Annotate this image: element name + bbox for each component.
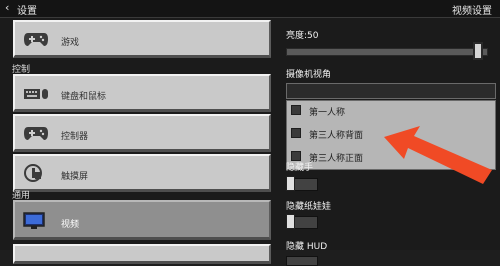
hide-hud-toggle[interactable] bbox=[286, 256, 318, 266]
sidebar-item-touchscreen[interactable]: 触摸屏 bbox=[13, 154, 271, 192]
hide-paperdoll-label: 隐藏纸娃娃 bbox=[286, 202, 332, 212]
monitor-icon bbox=[23, 212, 47, 234]
hide-hand-toggle-knob[interactable] bbox=[286, 176, 295, 191]
sidebar-item-label: 触摸屏 bbox=[61, 172, 89, 182]
hide-paperdoll-toggle-knob[interactable] bbox=[286, 214, 295, 229]
radio-checkbox-icon[interactable] bbox=[291, 105, 301, 115]
sidebar-item-label: 控制器 bbox=[61, 132, 89, 142]
brightness-slider-track[interactable] bbox=[286, 48, 488, 56]
option-label: 第三人称背面 bbox=[309, 131, 364, 141]
controller-icon bbox=[23, 124, 49, 146]
sidebar-item-keyboard-mouse[interactable]: 键盘和鼠标 bbox=[13, 74, 271, 112]
hide-hud-label: 隐藏 HUD bbox=[286, 242, 328, 252]
sidebar-item-next[interactable] bbox=[13, 244, 271, 264]
settings-sidebar: 游戏 控制 键盘和鼠标 控制器 触摸屏 通用 视频 bbox=[0, 18, 276, 264]
brightness-label: 亮度:50 bbox=[286, 31, 319, 41]
touch-hand-icon bbox=[23, 163, 47, 187]
sidebar-item-game[interactable]: 游戏 bbox=[13, 20, 271, 58]
camera-perspective-dropdown[interactable] bbox=[286, 83, 496, 99]
page-title: 视频设置 bbox=[452, 6, 492, 17]
top-bar: ‹ 设置 视频设置 bbox=[0, 0, 500, 18]
keyboard-mouse-icon bbox=[23, 86, 49, 106]
option-label: 第一人称 bbox=[309, 108, 346, 118]
annotation-arrow-icon bbox=[384, 126, 492, 184]
brightness-slider-knob[interactable] bbox=[473, 42, 483, 60]
sidebar-item-label: 键盘和鼠标 bbox=[61, 92, 107, 102]
camera-perspective-label: 摄像机视角 bbox=[286, 70, 332, 80]
hide-hand-label: 隐藏手 bbox=[286, 163, 314, 173]
option-label: 第三人称正面 bbox=[309, 154, 364, 164]
back-arrow-icon[interactable]: ‹ bbox=[5, 1, 9, 14]
sidebar-item-label: 视频 bbox=[61, 220, 80, 230]
sidebar-item-video[interactable]: 视频 bbox=[13, 200, 271, 240]
sidebar-item-label: 游戏 bbox=[61, 38, 80, 48]
gamepad-icon bbox=[23, 30, 49, 52]
back-label[interactable]: 设置 bbox=[17, 2, 37, 17]
radio-checkbox-icon[interactable] bbox=[291, 128, 301, 138]
sidebar-item-controller[interactable]: 控制器 bbox=[13, 114, 271, 152]
